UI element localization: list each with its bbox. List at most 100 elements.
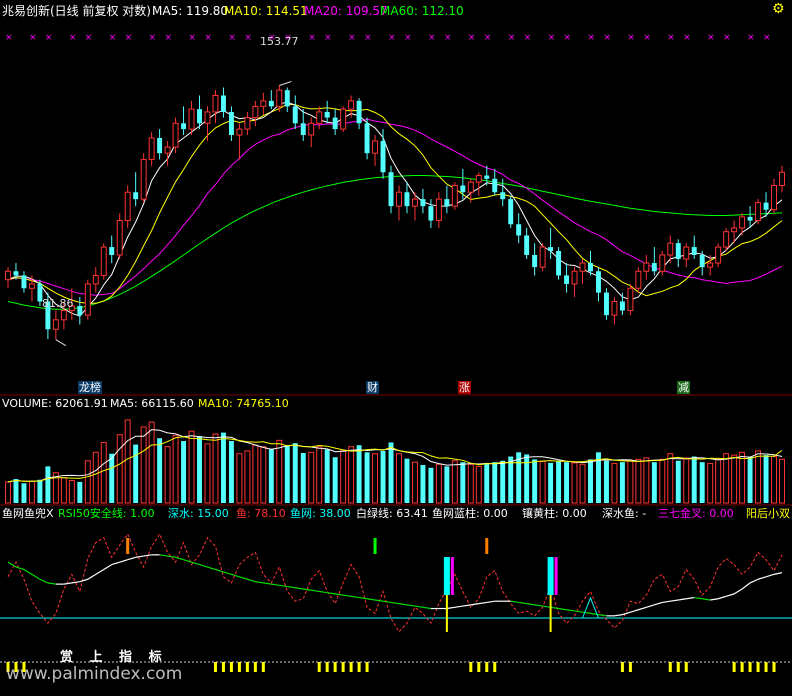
volume-ma5-legend: MA5: 66115.60 bbox=[110, 397, 194, 410]
candle-body bbox=[683, 246, 690, 260]
whitegreen-segment bbox=[773, 572, 783, 575]
yellow-bottom-bar bbox=[477, 662, 481, 672]
fish-legend: 鱼: 78.10 bbox=[236, 507, 286, 520]
candle-body bbox=[516, 224, 522, 236]
whitegreen-segment bbox=[63, 582, 72, 585]
candle-body bbox=[356, 100, 362, 124]
whitegreen-segment bbox=[694, 596, 703, 600]
volume-bar bbox=[268, 449, 274, 503]
signal-cross-mark: × bbox=[627, 33, 635, 43]
volume-bar bbox=[124, 419, 131, 504]
high-price-label: 153.77 bbox=[260, 35, 299, 48]
candle-body bbox=[611, 300, 618, 316]
candle-body bbox=[124, 191, 131, 222]
yellowbar-legend: 镶黄柱: 0.00 bbox=[522, 507, 587, 520]
volume-bar bbox=[667, 453, 674, 504]
whitegreen-segment bbox=[757, 576, 767, 580]
candle-body bbox=[428, 206, 434, 221]
volume-bar bbox=[508, 456, 514, 503]
signal-cross-mark: × bbox=[324, 33, 332, 43]
whitegreen-segment bbox=[47, 582, 56, 585]
candle-body bbox=[116, 220, 123, 256]
signal-cross-mark: × bbox=[603, 33, 611, 43]
volume-bar bbox=[771, 456, 777, 504]
candle-body bbox=[556, 251, 562, 276]
signal-cross-mark: × bbox=[587, 33, 595, 43]
candle-body bbox=[739, 216, 746, 229]
volume-bar bbox=[556, 460, 562, 503]
candle-body bbox=[763, 202, 769, 210]
signal-cross-mark: × bbox=[747, 33, 755, 43]
volume-bar bbox=[316, 446, 323, 504]
ma5-line bbox=[7, 101, 783, 317]
candle-body bbox=[675, 243, 681, 259]
high-price-pointer bbox=[279, 80, 292, 86]
ma10-line bbox=[7, 103, 783, 304]
volume-bar bbox=[45, 466, 51, 503]
whitegreen-segment bbox=[470, 603, 479, 606]
low-price-pointer bbox=[55, 339, 67, 347]
volume-bar bbox=[548, 462, 554, 503]
candle-body bbox=[651, 263, 657, 272]
signal-cross-mark: × bbox=[707, 33, 715, 43]
whitegreen-segment bbox=[374, 599, 384, 602]
volume-bar bbox=[763, 455, 769, 503]
volume-bar bbox=[212, 433, 219, 504]
yang-double-legend: 阳后小双 bbox=[746, 507, 790, 520]
candle-body bbox=[771, 184, 777, 211]
whitegreen-segment bbox=[23, 568, 33, 575]
whitegreen-segment bbox=[725, 593, 735, 597]
volume-bar bbox=[420, 464, 426, 503]
fishnet-legend: 鱼网: 38.00 bbox=[290, 507, 351, 520]
volume-bar bbox=[683, 457, 690, 504]
candle-body bbox=[220, 95, 226, 112]
signal-cross-mark: × bbox=[109, 33, 117, 43]
signal-cross-mark: × bbox=[308, 33, 316, 43]
rsi50-legend: RSI50安全线: 1.00 bbox=[58, 507, 155, 520]
whitegreen-segment bbox=[574, 610, 583, 613]
signal-cross-mark: × bbox=[244, 33, 252, 43]
whitegreen-segment bbox=[558, 607, 567, 611]
candle-body bbox=[500, 192, 506, 200]
signal-cross-mark: × bbox=[149, 33, 157, 43]
signal-cross-mark: × bbox=[228, 33, 236, 43]
volume-ma10-legend: MA10: 74765.10 bbox=[198, 397, 289, 410]
whitegreen-segment bbox=[733, 588, 743, 595]
whitegreen-segment bbox=[143, 554, 152, 557]
volume-bar bbox=[364, 452, 370, 503]
whitegreen-segment bbox=[335, 593, 344, 596]
candle-body bbox=[100, 246, 107, 276]
candle-body bbox=[140, 158, 147, 200]
volume-bar bbox=[244, 450, 251, 504]
volume-bar bbox=[659, 458, 666, 504]
fishnet-blue-bar bbox=[547, 557, 554, 595]
candle-body bbox=[236, 128, 243, 136]
signal-cross-mark: × bbox=[763, 33, 771, 43]
fishnet-spike bbox=[582, 596, 599, 619]
volume-bar bbox=[707, 463, 714, 504]
volume-bar bbox=[539, 460, 546, 504]
candle-body bbox=[164, 146, 171, 154]
whitegreen-segment bbox=[366, 598, 376, 601]
candle-body bbox=[181, 123, 187, 130]
signal-cross-mark: × bbox=[165, 33, 173, 43]
candle-body bbox=[268, 100, 274, 107]
whitegreen-segment bbox=[582, 611, 591, 614]
candle-body bbox=[444, 199, 450, 207]
volume-bar bbox=[747, 456, 753, 503]
yellow-bottom-bar bbox=[341, 662, 345, 672]
yellow-bottom-bar bbox=[493, 662, 497, 672]
candle-body bbox=[699, 254, 705, 268]
candle-body bbox=[348, 100, 355, 110]
whitegreen-segment bbox=[486, 600, 495, 604]
volume-bar bbox=[619, 462, 625, 503]
yellow-bottom-bar bbox=[253, 662, 257, 672]
volume-bar bbox=[611, 463, 618, 504]
candle-body bbox=[619, 301, 625, 311]
whitegreen-segment bbox=[79, 578, 88, 583]
candle-body bbox=[380, 140, 386, 173]
candle-body bbox=[524, 235, 530, 255]
signal-cross-mark: × bbox=[683, 33, 691, 43]
whitegreen-segment bbox=[614, 614, 623, 617]
candle-body bbox=[84, 283, 91, 316]
